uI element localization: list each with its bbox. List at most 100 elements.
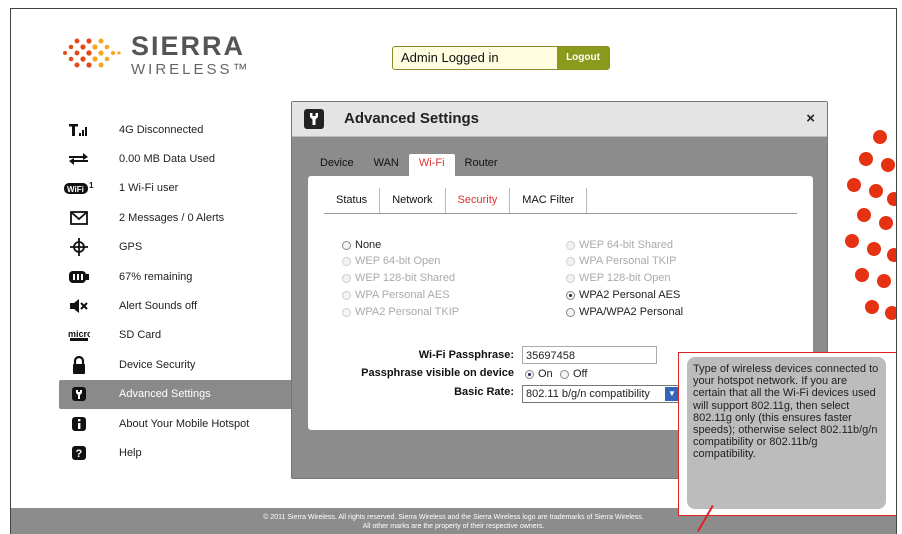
sidebar-item-label: Advanced Settings — [119, 388, 211, 401]
security-option-wpa2-tkip: WPA2 Personal TKIP — [342, 306, 459, 318]
visible-label: Passphrase visible on device — [361, 367, 514, 379]
basic-rate-select[interactable]: 802.11 b/g/n compatibility ▼ — [522, 385, 681, 403]
sidebar-item-label: Alert Sounds off — [119, 300, 198, 313]
option-label: WPA Personal TKIP — [579, 255, 677, 267]
tab-wan[interactable]: WAN — [364, 154, 409, 176]
app-frame: SIERRA WIRELESS™ Admin Logged in Logout … — [10, 8, 897, 534]
sidebar-item-data[interactable]: 0.00 MB Data Used — [59, 144, 301, 173]
help-icon: ? — [59, 445, 99, 460]
status-sidebar: 4G Disconnected 0.00 MB Data Used WiFi 1 … — [59, 115, 301, 468]
sidebar-item-gps[interactable]: GPS — [59, 233, 301, 262]
chevron-down-icon[interactable]: ▼ — [665, 387, 679, 401]
wrench-icon — [59, 387, 99, 402]
tooltip-callout-frame: Type of wireless devices connected to yo… — [678, 352, 896, 516]
basic-rate-label: Basic Rate: — [454, 386, 514, 398]
option-label: WPA2 Personal TKIP — [355, 306, 460, 318]
security-option-wep128-open: WEP 128-bit Open — [566, 272, 671, 284]
logout-button[interactable]: Logout — [557, 47, 609, 69]
tab-wifi[interactable]: Wi-Fi — [408, 154, 455, 176]
top-tab-bar: Device WAN Wi-Fi Router — [310, 154, 508, 176]
security-option-wpa-aes: WPA Personal AES — [342, 289, 450, 301]
security-option-wpa-tkip: WPA Personal TKIP — [566, 255, 676, 267]
admin-status-text: Admin Logged in — [401, 50, 499, 65]
wifi-users-badge: 1 — [89, 181, 94, 190]
option-label: WEP 64-bit Open — [355, 255, 441, 267]
security-option-wep64-open: WEP 64-bit Open — [342, 255, 440, 267]
option-label: Off — [573, 368, 588, 380]
tab-device[interactable]: Device — [310, 154, 364, 176]
sidebar-item-label: 67% remaining — [119, 270, 193, 283]
radio-button[interactable] — [525, 369, 534, 379]
radio-button — [566, 256, 575, 266]
sidebar-item-about[interactable]: About Your Mobile Hotspot — [59, 409, 301, 438]
envelope-icon — [59, 210, 99, 225]
sidebar-item-sdcard[interactable]: micro SD Card — [59, 321, 301, 350]
security-option-none[interactable]: None — [342, 239, 381, 251]
footer-line2: All other marks are the property of thei… — [362, 523, 545, 530]
security-option-wpa-wpa2[interactable]: WPA/WPA2 Personal — [566, 306, 683, 318]
sidebar-item-label: Device Security — [119, 358, 196, 371]
wifi-icon: WiFi 1 — [59, 181, 99, 195]
brand-sub: WIRELESS™ — [131, 61, 251, 78]
sidebar-item-network[interactable]: 4G Disconnected — [59, 115, 301, 144]
radio-button — [342, 273, 351, 283]
info-icon — [59, 416, 99, 431]
admin-status-box: Admin Logged in Logout — [392, 46, 610, 70]
basic-rate-tooltip: Type of wireless devices connected to yo… — [687, 357, 886, 509]
svg-text:micro: micro — [68, 329, 90, 339]
tab-router[interactable]: Router — [455, 154, 508, 176]
radio-button — [566, 273, 575, 283]
sidebar-item-label: SD Card — [119, 329, 162, 342]
brand-name: SIERRA — [131, 31, 246, 61]
decorative-dots — [845, 130, 896, 320]
radio-button — [566, 240, 575, 250]
security-option-wep64-shared: WEP 64-bit Shared — [566, 239, 673, 251]
visible-off-option[interactable]: Off — [560, 368, 587, 380]
sub-tab-bar: Status Network Security MAC Filter — [324, 188, 797, 214]
sidebar-item-advanced[interactable]: Advanced Settings — [59, 379, 301, 409]
sidebar-item-label: 0.00 MB Data Used — [119, 153, 215, 166]
subtab-network[interactable]: Network — [380, 188, 446, 213]
option-label: WEP 128-bit Shared — [355, 272, 456, 284]
dialog-title-bar: Advanced Settings × — [292, 102, 827, 137]
option-label: WPA/WPA2 Personal — [579, 306, 684, 318]
passphrase-input[interactable]: 35697458 — [522, 346, 657, 364]
sidebar-item-sounds[interactable]: Alert Sounds off — [59, 291, 301, 320]
sidebar-item-messages[interactable]: 2 Messages / 0 Alerts — [59, 203, 301, 232]
svg-text:WiFi: WiFi — [67, 185, 84, 194]
close-icon[interactable]: × — [806, 110, 815, 127]
sidebar-item-wifi[interactable]: WiFi 1 1 Wi-Fi user — [59, 174, 301, 203]
sidebar-item-label: GPS — [119, 241, 143, 254]
option-label: WPA2 Personal AES — [579, 289, 681, 301]
lock-icon — [59, 355, 99, 374]
sidebar-item-security[interactable]: Device Security — [59, 350, 301, 379]
svg-text:?: ? — [76, 448, 83, 460]
option-label: On — [538, 368, 553, 380]
sidebar-item-help[interactable]: ? Help — [59, 438, 301, 467]
sidebar-item-label: Help — [119, 446, 142, 459]
option-label: WEP 128-bit Open — [579, 272, 671, 284]
security-option-wpa2-aes[interactable]: WPA2 Personal AES — [566, 289, 680, 301]
passphrase-label: Wi-Fi Passphrase: — [418, 349, 514, 361]
battery-icon — [59, 270, 99, 283]
sidebar-item-battery[interactable]: 67% remaining — [59, 262, 301, 291]
radio-button[interactable] — [566, 307, 575, 317]
wrench-icon — [304, 109, 324, 129]
subtab-status[interactable]: Status — [324, 188, 381, 213]
gps-icon — [59, 238, 99, 257]
radio-button — [342, 307, 351, 317]
speaker-muted-icon — [59, 299, 99, 314]
radio-button[interactable] — [560, 369, 569, 379]
logo-dots-icon — [63, 38, 121, 68]
data-transfer-icon — [59, 152, 99, 166]
radio-button[interactable] — [342, 240, 351, 250]
radio-button — [342, 256, 351, 266]
subtab-mac-filter[interactable]: MAC Filter — [510, 188, 588, 213]
subtab-security[interactable]: Security — [446, 188, 511, 213]
sidebar-item-label: 4G Disconnected — [119, 123, 204, 136]
radio-button[interactable] — [566, 290, 575, 300]
sidebar-item-label: About Your Mobile Hotspot — [119, 417, 250, 430]
visible-on-option[interactable]: On — [525, 368, 553, 380]
sidebar-item-label: 2 Messages / 0 Alerts — [119, 211, 225, 224]
sierra-wireless-logo: SIERRA WIRELESS™ — [59, 31, 248, 80]
